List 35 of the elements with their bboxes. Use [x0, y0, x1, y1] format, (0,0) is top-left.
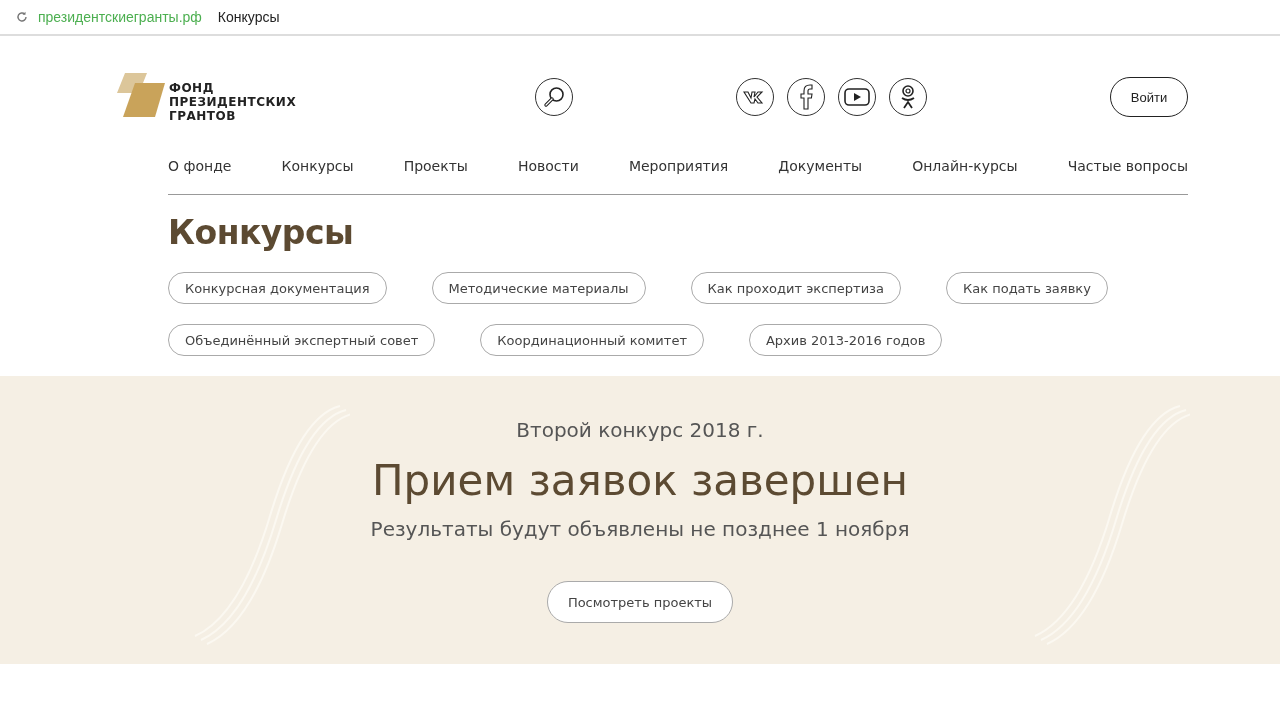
nav-link[interactable]: О фонде — [168, 158, 232, 174]
play-icon — [844, 88, 870, 106]
nav-link[interactable]: Мероприятия — [628, 158, 729, 174]
login-button[interactable]: Войти — [1110, 77, 1188, 117]
category-link[interactable]: Конкурсная документация — [168, 272, 387, 304]
category-link[interactable]: Объединённый экспертный совет — [168, 324, 436, 356]
search-button[interactable] — [535, 78, 573, 116]
url-domain: президентскиегранты.рф — [38, 9, 202, 25]
page-heading: Конкурсы — [168, 213, 355, 252]
address-bar[interactable]: президентскиегранты.рф Конкурсы — [0, 0, 1280, 36]
youtube-button[interactable] — [838, 78, 876, 116]
nav-link[interactable]: Проекты — [403, 158, 468, 174]
nav-link[interactable]: Новости — [517, 158, 579, 174]
url-page-title: Конкурсы — [217, 9, 280, 25]
reload-icon[interactable] — [16, 11, 28, 23]
contest-label: Второй конкурс 2018 г. — [516, 418, 764, 442]
facebook-button[interactable] — [787, 78, 825, 116]
nav-link[interactable]: Онлайн-курсы — [912, 158, 1018, 174]
nav-link[interactable]: Частые вопросы — [1067, 158, 1188, 174]
facebook-icon — [799, 84, 813, 110]
category-link[interactable]: Методические материалы — [431, 272, 646, 304]
nav-link[interactable]: Конкурсы — [281, 158, 354, 174]
view-projects-button[interactable]: Посмотреть проекты — [546, 581, 734, 623]
category-link[interactable]: Как проходит экспертиза — [690, 272, 901, 304]
vk-button[interactable] — [736, 78, 774, 116]
category-link[interactable]: Как подать заявку — [946, 272, 1108, 304]
logo-text[interactable]: ФОНД ПРЕЗИДЕНТСКИХ ГРАНТОВ — [169, 80, 297, 123]
person-icon — [899, 84, 917, 110]
nav-link[interactable]: Документы — [778, 158, 863, 174]
category-link[interactable]: Архив 2013-2016 годов — [748, 324, 943, 356]
search-icon — [542, 85, 566, 109]
category-link[interactable]: Координационный комитет — [480, 324, 704, 356]
banner-title: Прием заявок завершен — [372, 456, 908, 505]
banner-subtitle: Результаты будут объявлены не позднее 1 ноября — [370, 517, 910, 541]
odnoklassniki-button[interactable] — [889, 78, 927, 116]
